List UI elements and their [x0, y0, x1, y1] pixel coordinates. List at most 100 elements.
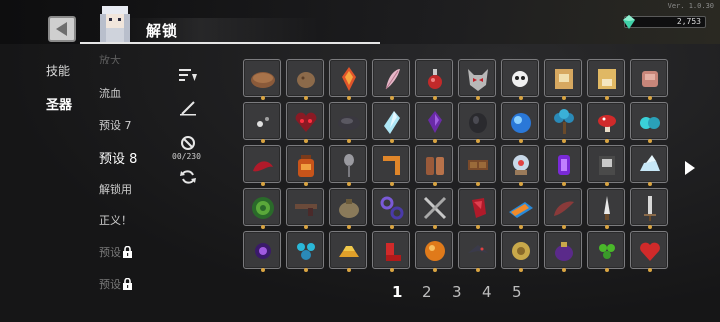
refresh-button[interactable] [176, 167, 200, 187]
green-clover-icon [599, 244, 615, 259]
rarity-dot [433, 182, 437, 186]
preset-item-locked[interactable]: 预设 [99, 244, 133, 260]
rarity-dot [433, 225, 437, 229]
relic-slot[interactable] [243, 231, 281, 272]
sack-icon [339, 199, 359, 218]
relic-slot[interactable] [372, 145, 410, 186]
red-mushroom-icon [598, 115, 616, 132]
relic-slot[interactable] [630, 59, 668, 100]
sort-button[interactable] [176, 65, 200, 85]
relic-slot[interactable] [415, 59, 453, 100]
rarity-dot [390, 139, 394, 143]
relic-slot[interactable] [544, 59, 582, 100]
rarity-dot [347, 139, 351, 143]
bread-icon [251, 72, 275, 88]
relic-slot[interactable] [372, 102, 410, 143]
relic-slot[interactable] [501, 102, 539, 143]
clear-button[interactable] [176, 133, 200, 153]
relic-slot[interactable] [501, 59, 539, 100]
rarity-dot [648, 182, 652, 186]
preset-item[interactable]: 正义！ [99, 212, 132, 228]
relic-slot[interactable] [286, 102, 324, 143]
relic-slot[interactable] [587, 231, 625, 272]
rarity-dot [519, 182, 523, 186]
relic-slot[interactable] [286, 145, 324, 186]
relic-slot[interactable] [286, 59, 324, 100]
preset-item[interactable]: 预设 7 [99, 117, 132, 133]
relic-slot[interactable] [630, 188, 668, 229]
relic-slot[interactable] [286, 188, 324, 229]
relic-slot[interactable] [243, 102, 281, 143]
tab-skills[interactable]: 技能 [46, 62, 70, 79]
rarity-dot [648, 96, 652, 100]
rarity-dot [562, 96, 566, 100]
blue-tree-icon [554, 109, 574, 134]
crossed-swords-icon [423, 196, 447, 220]
relic-slot[interactable] [587, 188, 625, 229]
page-number-1[interactable]: 1 [392, 283, 402, 301]
relic-slot[interactable] [243, 145, 281, 186]
title-underline [80, 42, 380, 44]
relic-slot[interactable] [501, 188, 539, 229]
relic-slot[interactable] [372, 188, 410, 229]
relic-slot[interactable] [630, 231, 668, 272]
preset-item-locked[interactable]: 预设 [99, 276, 133, 292]
relic-slot[interactable] [415, 231, 453, 272]
page-number-2[interactable]: 2 [422, 283, 432, 301]
relic-slot[interactable] [243, 59, 281, 100]
relic-slot[interactable] [372, 231, 410, 272]
preset-item[interactable]: 放大 [99, 52, 121, 64]
relic-slot[interactable] [458, 145, 496, 186]
relic-slot[interactable] [458, 59, 496, 100]
relic-slot[interactable] [372, 59, 410, 100]
relic-slot[interactable] [630, 102, 668, 143]
preset-item-active[interactable]: 预设 8 [99, 148, 137, 167]
relic-slot[interactable] [415, 102, 453, 143]
relic-slot[interactable] [415, 188, 453, 229]
preset-item[interactable]: 解锁用 [99, 181, 132, 197]
relic-slot[interactable] [544, 188, 582, 229]
relic-slot[interactable] [329, 145, 367, 186]
page-title: 解锁 [146, 22, 179, 40]
page-number-4[interactable]: 4 [482, 283, 492, 301]
gloves-icon [426, 157, 444, 175]
relic-slot[interactable] [329, 188, 367, 229]
page-number-3[interactable]: 3 [452, 283, 462, 301]
relic-slot[interactable] [329, 59, 367, 100]
white-blade-icon [604, 196, 610, 220]
rarity-dot [562, 182, 566, 186]
relic-slot[interactable] [458, 188, 496, 229]
relic-slot[interactable] [286, 231, 324, 272]
relic-slot[interactable] [329, 102, 367, 143]
relic-slot[interactable] [415, 145, 453, 186]
relic-slot[interactable] [587, 145, 625, 186]
purple-bag-icon [555, 242, 573, 261]
relic-slot[interactable] [243, 188, 281, 229]
silver-sword-icon [644, 196, 656, 221]
rarity-dot [605, 182, 609, 186]
spoon-icon [344, 154, 354, 177]
relic-slot[interactable] [501, 145, 539, 186]
relic-slot[interactable] [587, 59, 625, 100]
relic-slot[interactable] [458, 102, 496, 143]
relic-slot[interactable] [544, 102, 582, 143]
relic-slot[interactable] [458, 231, 496, 272]
heart-demon-icon [295, 112, 317, 132]
rarity-dot [304, 139, 308, 143]
next-page-arrow-icon[interactable] [684, 160, 696, 176]
relic-slot[interactable] [587, 102, 625, 143]
rarity-dot [261, 268, 265, 272]
page-number-5[interactable]: 5 [512, 283, 522, 301]
edit-button[interactable] [176, 98, 200, 118]
relic-slot[interactable] [630, 145, 668, 186]
relic-slot[interactable] [544, 145, 582, 186]
demon-mask-icon [468, 69, 488, 91]
relic-slot[interactable] [544, 231, 582, 272]
relic-slot[interactable] [501, 231, 539, 272]
preset-item[interactable]: 流血 [99, 85, 121, 101]
book-icon [599, 156, 615, 175]
tab-relics[interactable]: 圣器 [46, 94, 72, 113]
rarity-dot [648, 225, 652, 229]
relic-slot[interactable] [329, 231, 367, 272]
back-button[interactable] [48, 16, 76, 42]
